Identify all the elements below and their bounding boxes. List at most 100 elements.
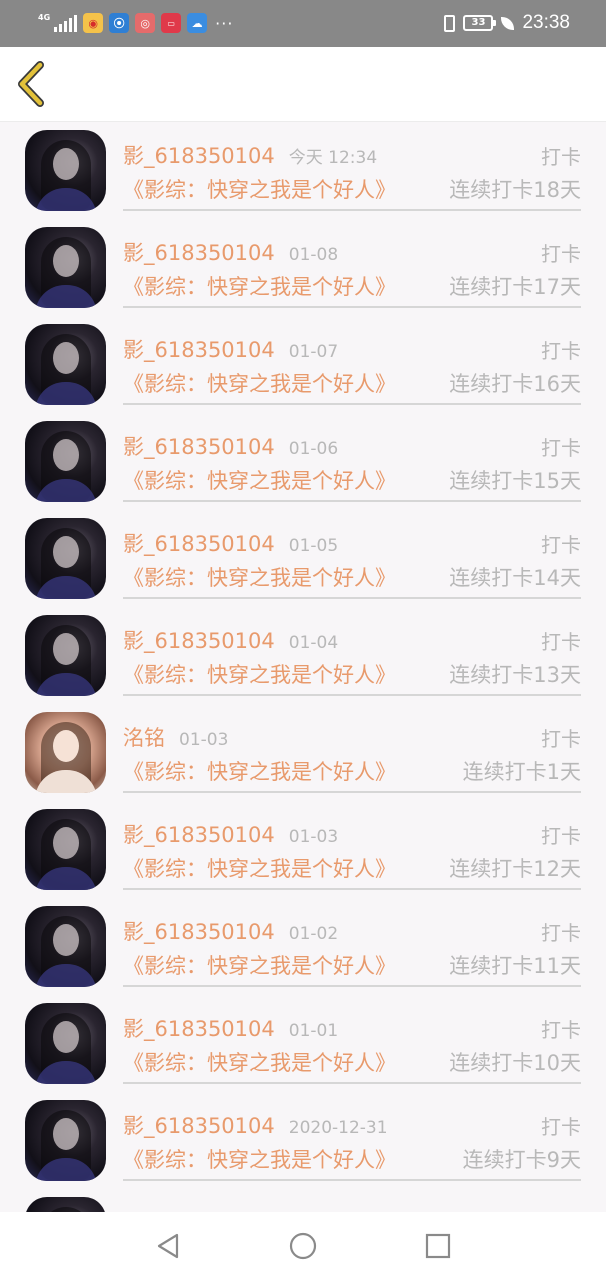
- avatar[interactable]: [25, 1197, 106, 1212]
- divider: [123, 1082, 581, 1084]
- recents-square-icon: [425, 1233, 451, 1259]
- list-item[interactable]: 影_618350104 01-01 打卡 《影综：快穿之我是个好人》 连续打卡10天: [0, 995, 606, 1092]
- list-item[interactable]: 影_618350104 01-02 打卡 《影综：快穿之我是个好人》 连续打卡11天: [0, 898, 606, 995]
- avatar[interactable]: [25, 1100, 106, 1181]
- streak-text: 连续打卡12天: [449, 857, 581, 881]
- user-name[interactable]: 影_618350104: [123, 338, 275, 362]
- avatar[interactable]: [25, 809, 106, 890]
- divider: [123, 985, 581, 987]
- book-title[interactable]: 《影综：快穿之我是个好人》: [123, 1148, 396, 1172]
- avatar[interactable]: [25, 324, 106, 405]
- list-item[interactable]: 影_6183501042020-12-30打卡: [0, 1189, 606, 1212]
- user-name[interactable]: 影_618350104: [123, 629, 275, 653]
- record-date: 今天 12:34: [288, 148, 378, 168]
- book-title[interactable]: 《影综：快穿之我是个好人》: [123, 566, 396, 590]
- checkin-tag: 打卡: [541, 824, 581, 848]
- divider: [123, 597, 581, 599]
- book-title[interactable]: 《影综：快穿之我是个好人》: [123, 178, 396, 202]
- record-date: 01-02: [288, 924, 339, 944]
- user-name[interactable]: 影_618350104: [123, 823, 275, 847]
- user-name[interactable]: 洺铭: [123, 726, 165, 750]
- avatar[interactable]: [25, 518, 106, 599]
- divider: [123, 694, 581, 696]
- record-date: 01-04: [288, 633, 339, 653]
- record-header: 影_618350104 2020-12-31 打卡: [123, 1110, 581, 1139]
- user-name[interactable]: 影_618350104: [123, 144, 275, 168]
- user-name[interactable]: 影_618350104: [123, 532, 275, 556]
- list-item[interactable]: 影_618350104 2020-12-31 打卡《影综：快穿之我是个好人》 连续打卡…: [0, 1092, 606, 1189]
- streak-text: 连续打卡9天: [462, 1148, 581, 1172]
- list-item[interactable]: 洺铭 01-03 打卡 《影综：快穿之我是个好人》 连续打卡1天: [0, 704, 606, 801]
- record-date: 01-03: [288, 827, 339, 847]
- list-item[interactable]: 影_618350104 01-08 打卡 《影综：快穿之我是个好人》 连续打卡17天: [0, 219, 606, 316]
- record-body: 《影综：快穿之我是个好人》 连续打卡16天: [123, 368, 581, 396]
- record-date: 2020-12-31: [288, 1118, 388, 1138]
- list-item[interactable]: 影_618350104 01-04 打卡《影综：快穿之我是个好人》 连续打卡13天: [0, 607, 606, 704]
- avatar[interactable]: [25, 712, 106, 793]
- list-item[interactable]: 影_618350104 01-05 打卡 《影综：快穿之我是个好人》 连续打卡14天: [0, 510, 606, 607]
- checkin-tag: 打卡: [541, 436, 581, 460]
- system-nav-bar: [0, 1212, 606, 1280]
- record-body: 《影综：快穿之我是个好人》 连续打卡15天: [123, 465, 581, 493]
- record-header: 影_618350104 01-07 打卡: [123, 334, 581, 363]
- streak-text: 连续打卡18天: [449, 178, 581, 202]
- signal-app-icon: ⦿: [109, 13, 130, 33]
- list-item[interactable]: 影_618350104 今天 12:34 打卡《影综：快穿之我是个好人》 连续打卡18…: [0, 122, 606, 219]
- streak-text: 连续打卡13天: [449, 663, 581, 687]
- record-body: 《影综：快穿之我是个好人》 连续打卡13天: [123, 659, 581, 687]
- avatar[interactable]: [25, 615, 106, 696]
- book-title[interactable]: 《影综：快穿之我是个好人》: [123, 663, 396, 687]
- record-date: 01-01: [288, 1021, 339, 1041]
- book-title[interactable]: 《影综：快穿之我是个好人》: [123, 275, 396, 299]
- checkin-tag: 打卡: [541, 145, 581, 169]
- record-date: 01-07: [288, 342, 339, 362]
- checkin-tag: 打卡: [541, 630, 581, 654]
- user-name[interactable]: 影_618350104: [123, 435, 275, 459]
- streak-text: 连续打卡16天: [449, 372, 581, 396]
- status-bar: 4G ◉ ⦿ ◎ ▭ ☁ ··· 33 23:38: [0, 0, 606, 47]
- book-title[interactable]: 《影综：快穿之我是个好人》: [123, 1051, 396, 1075]
- list-item[interactable]: 影_618350104 01-07 打卡 《影综：快穿之我是个好人》 连续打卡16天: [0, 316, 606, 413]
- book-title[interactable]: 《影综：快穿之我是个好人》: [123, 857, 396, 881]
- divider: [123, 500, 581, 502]
- streak-text: 连续打卡14天: [449, 566, 581, 590]
- status-right: 33 23:38: [444, 10, 570, 36]
- record-body: 《影综：快穿之我是个好人》 连续打卡14天: [123, 562, 581, 590]
- list-item[interactable]: 影_618350104 01-06 打卡《影综：快穿之我是个好人》 连续打卡15天: [0, 413, 606, 510]
- checkin-tag: 打卡: [541, 1115, 581, 1139]
- record-date: 01-06: [288, 439, 339, 459]
- record-header: 影_618350104 01-06 打卡: [123, 431, 581, 460]
- avatar[interactable]: [25, 227, 106, 308]
- camera-app-icon: ◎: [135, 13, 156, 33]
- avatar[interactable]: [25, 1003, 106, 1084]
- nav-home-button[interactable]: [289, 1232, 317, 1260]
- clock: 23:38: [522, 12, 570, 33]
- record-header: 影_618350104 今天 12:34 打卡: [123, 140, 581, 169]
- avatar[interactable]: [25, 906, 106, 987]
- nav-recents-button[interactable]: [424, 1232, 452, 1260]
- book-title[interactable]: 《影综：快穿之我是个好人》: [123, 469, 396, 493]
- avatar[interactable]: [25, 130, 106, 211]
- record-body: 《影综：快穿之我是个好人》 连续打卡10天: [123, 1047, 581, 1075]
- checkin-list[interactable]: 影_618350104 今天 12:34 打卡 《影综：快穿之我是个好人》 连续打卡18…: [0, 122, 606, 1212]
- user-name[interactable]: 影_618350104: [123, 241, 275, 265]
- book-title[interactable]: 《影综：快穿之我是个好人》: [123, 372, 396, 396]
- cloud-app-icon: ☁: [187, 13, 208, 33]
- list-item[interactable]: 影_618350104 01-03 打卡《影综：快穿之我是个好人》 连续打卡12天: [0, 801, 606, 898]
- weibo-icon: ◉: [83, 13, 104, 33]
- book-title[interactable]: 《影综：快穿之我是个好人》: [123, 954, 396, 978]
- back-button[interactable]: [14, 61, 50, 107]
- checkin-tag: 打卡: [541, 727, 581, 751]
- divider: [123, 888, 581, 890]
- divider: [123, 209, 581, 211]
- chevron-left-icon: [18, 61, 44, 107]
- user-name[interactable]: 影_618350104: [123, 1114, 275, 1138]
- record-header: 影_618350104 01-01 打卡: [123, 1013, 581, 1042]
- nav-back-button[interactable]: [155, 1232, 183, 1260]
- user-name[interactable]: 影_618350104: [123, 1017, 275, 1041]
- user-name[interactable]: 影_618350104: [123, 920, 275, 944]
- avatar[interactable]: [25, 421, 106, 502]
- status-left: 4G ◉ ⦿ ◎ ▭ ☁ ···: [38, 10, 233, 36]
- network-type: 4G: [38, 13, 51, 22]
- book-title[interactable]: 《影综：快穿之我是个好人》: [123, 760, 396, 784]
